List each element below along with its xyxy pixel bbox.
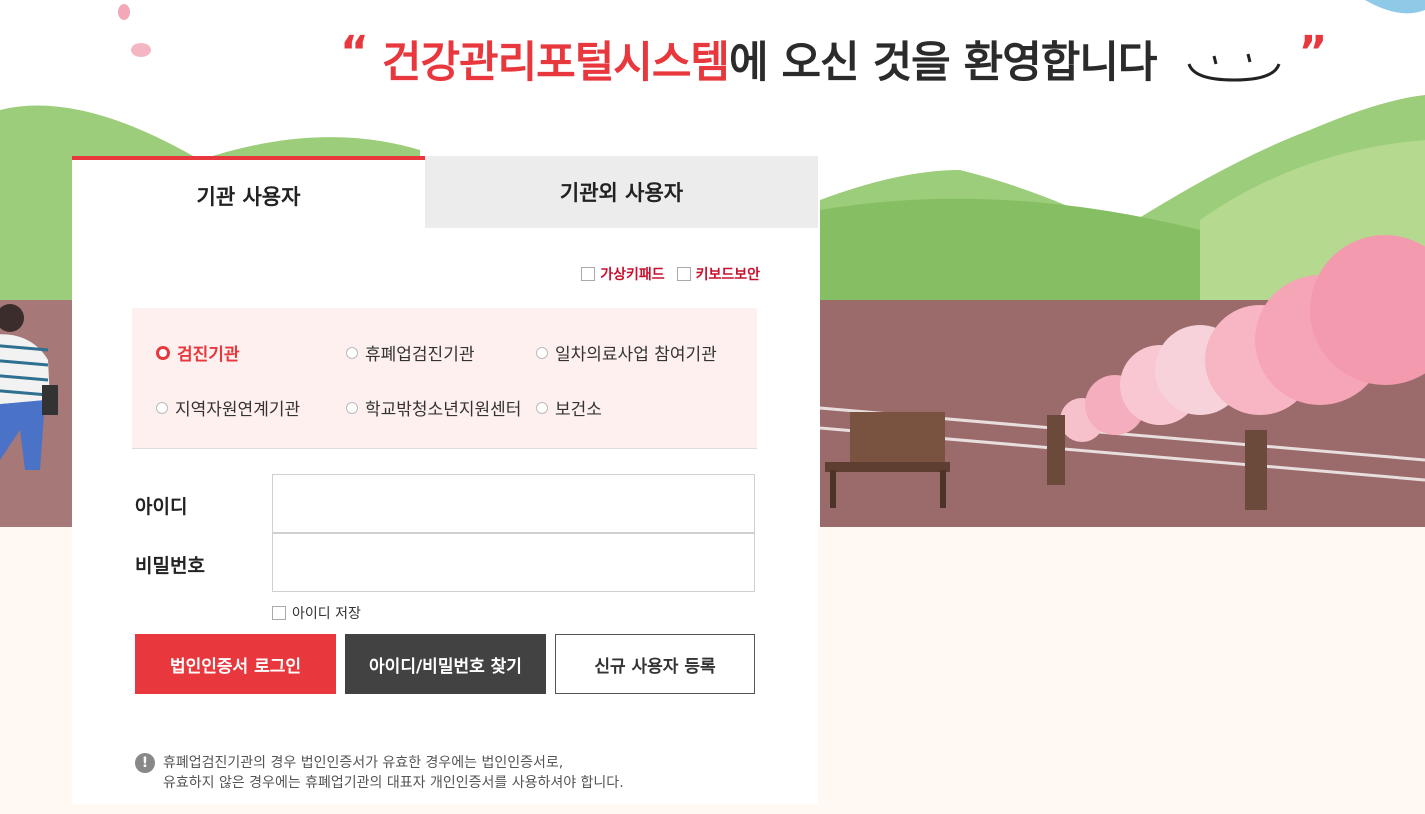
password-input[interactable]	[272, 533, 755, 592]
org-type-selector: 검진기관 휴폐업검진기관 일차의료사업 참여기관 지역자원연계기관 학교밖청소년…	[132, 308, 757, 449]
keyboard-security-checkbox[interactable]	[676, 267, 691, 281]
find-id-password-button[interactable]: 아이디/비밀번호 찾기	[345, 634, 546, 694]
close-quote: ”	[1298, 27, 1327, 78]
bench-seat	[825, 462, 950, 472]
fence-post-1	[1047, 415, 1065, 485]
tab-non-institution-user[interactable]: 기관외 사용자	[425, 156, 818, 228]
id-input[interactable]	[272, 474, 755, 533]
save-id-label: 아이디 저장	[292, 606, 361, 622]
petal-2	[131, 43, 151, 57]
virtual-keypad-checkbox[interactable]	[581, 267, 596, 281]
org-label: 학교밖청소년지원센터	[365, 400, 522, 420]
sky-corner	[1365, 0, 1425, 14]
org-label: 일차의료사업 참여기관	[555, 345, 717, 365]
headline-accent: 건강관리포털시스템	[381, 38, 730, 88]
register-user-button[interactable]: 신규 사용자 등록	[555, 634, 755, 694]
org-label: 검진기관	[177, 345, 240, 365]
org-option-regional-resource[interactable]: 지역자원연계기관	[156, 395, 346, 420]
tab-institution-user[interactable]: 기관 사용자	[72, 156, 425, 228]
org-option-checkup[interactable]: 검진기관	[156, 340, 346, 365]
bench-leg-2	[940, 470, 946, 508]
security-options: 가상키패드 키보드보안	[581, 264, 760, 284]
org-label: 보건소	[555, 400, 602, 420]
radio-icon[interactable]	[346, 401, 358, 414]
petal-1	[118, 4, 130, 20]
org-option-primary-care[interactable]: 일차의료사업 참여기관	[536, 340, 717, 365]
keyboard-security-label: 키보드보안	[695, 267, 760, 283]
radio-icon[interactable]	[536, 401, 548, 414]
save-id-checkbox[interactable]	[272, 606, 286, 620]
smile-icon	[1188, 53, 1281, 82]
save-id-option[interactable]: 아이디 저장	[272, 603, 361, 623]
org-label: 휴폐업검진기관	[365, 345, 475, 365]
radio-icon[interactable]	[536, 346, 548, 359]
notice-text: 휴폐업검진기관의 경우 법인인증서가 유효한 경우에는 법인인증서로, 유효하지…	[163, 753, 624, 793]
radio-icon[interactable]	[156, 401, 168, 414]
org-row-2: 지역자원연계기관 학교밖청소년지원센터 보건소	[156, 395, 602, 420]
notice-line-1: 휴폐업검진기관의 경우 법인인증서가 유효한 경우에는 법인인증서로,	[163, 755, 564, 771]
welcome-headline: “ 건강관리포털시스템에 오신 것을 환영합니다 ”	[340, 28, 1400, 98]
radio-icon[interactable]	[346, 346, 358, 359]
keyboard-security-option[interactable]: 키보드보안	[676, 264, 760, 284]
org-label: 지역자원연계기관	[175, 400, 301, 420]
notice: ! 휴폐업검진기관의 경우 법인인증서가 유효한 경우에는 법인인증서로, 유효…	[135, 753, 624, 793]
bench-back	[850, 412, 945, 462]
id-label: 아이디	[135, 496, 188, 518]
org-option-closed-checkup[interactable]: 휴폐업검진기관	[346, 340, 536, 365]
hill-right-mid	[820, 198, 1200, 300]
org-row-1: 검진기관 휴폐업검진기관 일차의료사업 참여기관	[156, 340, 717, 365]
open-quote: “	[340, 27, 369, 78]
org-option-health-center[interactable]: 보건소	[536, 395, 602, 420]
exclamation-icon: !	[135, 753, 155, 773]
notice-line-2: 유효하지 않은 경우에는 휴폐업기관의 대표자 개인인증서를 사용하셔야 합니다…	[163, 775, 624, 791]
login-panel: 기관 사용자 기관외 사용자 가상키패드 키보드보안 검진기관 휴폐업검진기관 …	[72, 156, 818, 804]
fence-post-2	[1245, 430, 1267, 510]
user-type-tabs: 기관 사용자 기관외 사용자	[72, 156, 818, 228]
org-option-youth-center[interactable]: 학교밖청소년지원센터	[346, 395, 536, 420]
headline-rest: 에 오신 것을 환영합니다	[728, 38, 1158, 88]
bench-leg-1	[830, 470, 836, 508]
virtual-keypad-option[interactable]: 가상키패드	[581, 264, 665, 284]
password-label: 비밀번호	[135, 555, 205, 577]
radio-icon[interactable]	[156, 345, 170, 360]
virtual-keypad-label: 가상키패드	[600, 267, 665, 283]
cert-login-button[interactable]: 법인인증서 로그인	[135, 634, 336, 694]
person-bag	[42, 385, 58, 415]
